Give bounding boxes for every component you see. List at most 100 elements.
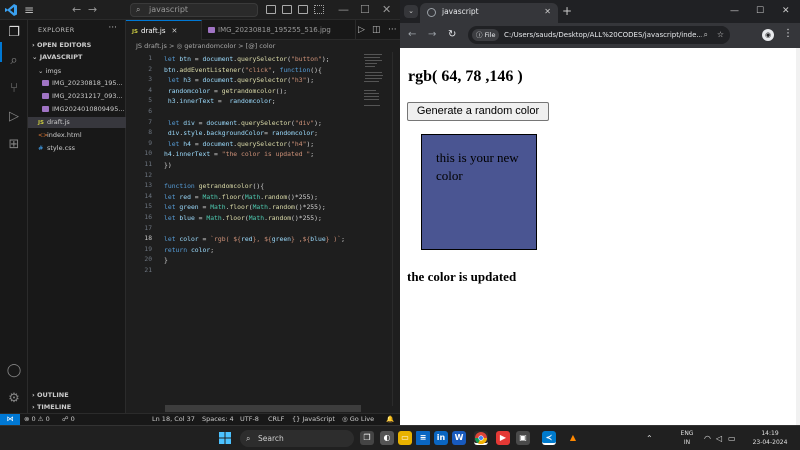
code-line: h3.innerText = randomcolor; xyxy=(167,97,276,106)
page-scrollbar[interactable] xyxy=(796,48,800,425)
language-mode[interactable]: {} JavaScript xyxy=(292,414,335,425)
source-control-icon[interactable]: ⑂ xyxy=(5,80,23,98)
breadcrumb[interactable]: JS draft.js > ◎ getrandomcolor > [@] col… xyxy=(126,40,400,52)
close-tab-icon[interactable]: ✕ xyxy=(172,27,178,35)
run-file-icon[interactable]: ▷ xyxy=(358,24,365,36)
cursor-position[interactable]: Ln 18, Col 37 xyxy=(152,414,195,425)
tab-search-chevron-icon[interactable]: ⌄ xyxy=(404,5,418,18)
minimize-icon[interactable]: — xyxy=(338,3,349,17)
minimap-line xyxy=(364,54,382,55)
close-icon[interactable]: ✕ xyxy=(782,5,790,17)
line-number: 19 xyxy=(144,245,152,253)
volume-icon[interactable]: ◁ xyxy=(716,434,722,443)
line-ending[interactable]: CRLF xyxy=(268,414,284,425)
back-arrow-icon[interactable]: ← xyxy=(408,29,416,41)
horizontal-scrollbar[interactable] xyxy=(165,405,361,412)
encoding[interactable]: UTF-8 xyxy=(240,414,259,425)
outline-section[interactable]: › OUTLINE xyxy=(28,390,126,401)
photos-icon[interactable]: ▣ xyxy=(516,431,530,445)
chrome-icon[interactable] xyxy=(474,431,488,445)
close-tab-icon[interactable]: ✕ xyxy=(544,3,551,21)
stack-icon[interactable]: ≡ xyxy=(416,431,430,445)
maximize-icon[interactable]: ☐ xyxy=(360,3,370,17)
zoom-icon[interactable]: ⌕ xyxy=(701,26,708,44)
media-app-icon[interactable]: ▶ xyxy=(496,431,510,445)
tree-file[interactable]: # style.css xyxy=(28,143,126,154)
open-editors-section[interactable]: › OPEN EDITORS xyxy=(28,40,126,51)
outline-label: OUTLINE xyxy=(36,391,69,399)
ports-status[interactable]: ☍ 0 xyxy=(62,414,75,425)
word-icon[interactable]: W xyxy=(452,431,466,445)
bookmark-star-icon[interactable]: ☆ xyxy=(714,26,724,44)
timeline-section[interactable]: › TIMELINE xyxy=(28,402,126,413)
profile-avatar-icon[interactable]: ◉ xyxy=(762,29,774,41)
close-icon[interactable]: ✕ xyxy=(382,3,391,17)
file-explorer-icon[interactable]: ▭ xyxy=(398,431,412,445)
explorer-files-icon[interactable]: ❐ xyxy=(5,24,23,42)
tree-label: draft.js xyxy=(47,118,70,126)
taskbar-search-input[interactable]: ⌕ Search xyxy=(240,430,354,447)
vlc-icon[interactable]: ▲ xyxy=(566,431,580,445)
tab-image[interactable]: IMG_20230818_195255_516.jpg xyxy=(202,20,356,40)
code-editor[interactable]: 1 2 3 4 5 6 7 8 9 10 11 12 13 14 15 16 1… xyxy=(126,52,400,406)
toggle-primary-sidebar-icon[interactable] xyxy=(266,5,276,14)
extensions-icon[interactable]: ⊞ xyxy=(5,136,23,154)
maximize-icon[interactable]: ☐ xyxy=(756,5,764,17)
line-number: 8 xyxy=(148,129,152,137)
minimap-line xyxy=(364,90,376,91)
code-line: randomcolor = getrandomcolor(); xyxy=(167,86,288,95)
tree-file[interactable]: IMG_20231217_093... xyxy=(28,91,126,102)
split-editor-icon[interactable]: ◫ xyxy=(372,24,381,36)
vscode-taskbar-icon[interactable]: ≺ xyxy=(542,431,556,445)
toggle-panel-icon[interactable] xyxy=(282,5,292,14)
tree-file-selected[interactable]: JS draft.js xyxy=(28,117,126,128)
tab-draft-js[interactable]: JS draft.js ✕ xyxy=(126,20,202,40)
tree-folder-imgs[interactable]: ⌄ imgs xyxy=(28,66,126,77)
tree-file[interactable]: IMG2024010809495... xyxy=(28,104,126,115)
customize-layout-icon[interactable] xyxy=(314,5,324,14)
language-indicator[interactable]: ENG IN xyxy=(680,429,694,447)
browser-toolbar: ← → ↻ ⓘ File C:/Users/sauds/Desktop/ALL%… xyxy=(400,23,800,48)
code-line: let btn = document.querySelector("button… xyxy=(164,55,330,63)
toggle-secondary-sidebar-icon[interactable] xyxy=(298,5,308,14)
indentation[interactable]: Spaces: 4 xyxy=(202,414,234,425)
minimap[interactable] xyxy=(364,52,388,112)
linkedin-icon[interactable]: in xyxy=(434,431,448,445)
menu-hamburger-icon[interactable]: ≡ xyxy=(24,3,34,17)
tree-file[interactable]: <>index.html xyxy=(28,130,126,141)
notifications-bell-icon[interactable]: 🔔 xyxy=(386,414,394,425)
more-actions-icon[interactable]: ··· xyxy=(388,24,397,36)
forward-arrow-icon[interactable]: → xyxy=(88,3,97,17)
copilot-icon[interactable]: ◐ xyxy=(380,431,394,445)
tree-file[interactable]: IMG_20230818_195... xyxy=(28,78,126,89)
address-bar[interactable]: ⓘ File C:/Users/sauds/Desktop/ALL%20CODE… xyxy=(468,26,730,44)
vertical-scrollbar[interactable] xyxy=(392,52,400,406)
back-arrow-icon[interactable]: ← xyxy=(72,3,81,17)
browser-tab[interactable]: javascript ✕ xyxy=(420,3,558,23)
task-view-icon[interactable]: ❐ xyxy=(360,431,374,445)
minimap-line xyxy=(364,81,379,82)
new-tab-plus-icon[interactable]: + xyxy=(562,4,572,18)
show-hidden-icons-chevron-icon[interactable]: ⌃ xyxy=(646,434,653,443)
problems-status[interactable]: ⊗ 0 ⚠ 0 xyxy=(24,414,50,425)
generate-color-button[interactable]: Generate a random color xyxy=(407,102,549,121)
minimize-icon[interactable]: — xyxy=(730,5,739,17)
run-debug-icon[interactable]: ▷ xyxy=(5,108,23,126)
wifi-icon[interactable]: ◠ xyxy=(704,434,711,443)
windows-start-icon[interactable] xyxy=(218,431,232,445)
desktop: ≡ ← → ⌕ javascript — ☐ ✕ ❐ ⌕ ⑂ ▷ ⊞ ◯ ⚙ E… xyxy=(0,0,800,450)
site-info-chip[interactable]: ⓘ File xyxy=(472,29,500,41)
account-icon[interactable]: ◯ xyxy=(5,362,23,380)
more-actions-icon[interactable]: ··· xyxy=(108,23,117,33)
more-menu-icon[interactable]: ⋮ xyxy=(783,28,793,39)
forward-arrow-icon[interactable]: → xyxy=(428,29,436,41)
search-icon[interactable]: ⌕ xyxy=(5,52,23,70)
folder-section[interactable]: ⌄ JAVASCRIPT xyxy=(28,52,126,63)
command-search-input[interactable]: ⌕ javascript xyxy=(130,3,258,17)
clock[interactable]: 14:19 23-04-2024 xyxy=(750,429,790,447)
go-live-button[interactable]: ◎ Go Live xyxy=(342,414,374,425)
reload-icon[interactable]: ↻ xyxy=(448,29,456,41)
battery-icon[interactable]: ▭ xyxy=(728,434,736,443)
settings-gear-icon[interactable]: ⚙ xyxy=(5,390,23,408)
